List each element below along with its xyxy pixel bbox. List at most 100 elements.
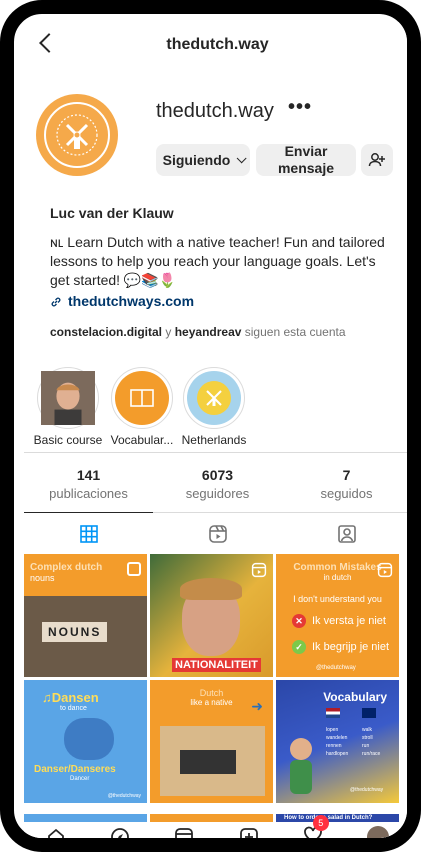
more-dots-icon[interactable]: ••• xyxy=(288,96,312,119)
post-dutch-like-native[interactable]: Dutch like a native ➜ xyxy=(150,680,273,803)
profile-avatar[interactable] xyxy=(36,94,118,176)
followers-count: 6073 xyxy=(201,467,234,483)
screen: thedutch.way thedutch.way ••• Siguiendo xyxy=(24,22,407,847)
following-count: 7 xyxy=(342,467,351,483)
followed-by[interactable]: constelacion.digital y heyandreav siguen… xyxy=(24,325,407,339)
highlight-netherlands[interactable]: Netherlands xyxy=(176,367,252,447)
profile-nav-avatar[interactable] xyxy=(366,826,389,838)
post-title: Dutch xyxy=(199,688,224,698)
post-line: I don't understand you xyxy=(293,594,382,604)
tagged-person-icon xyxy=(337,524,356,543)
reels-nav-icon[interactable] xyxy=(174,827,194,847)
following-label: seguidos xyxy=(320,486,373,501)
vocab-translation: run xyxy=(362,743,370,749)
back-arrow-icon[interactable] xyxy=(39,33,59,53)
story-highlights: Basic course Vocabular... Netherlands xyxy=(24,347,407,452)
carousel-icon xyxy=(127,562,141,576)
message-label-1: Enviar xyxy=(284,143,328,159)
followed-joiner: y xyxy=(165,325,172,339)
profile-tabs xyxy=(24,512,407,554)
message-button[interactable]: Enviar mensaje xyxy=(256,143,356,176)
bottom-nav: 5 xyxy=(24,814,407,847)
top-bar: thedutch.way xyxy=(24,22,407,68)
music-note-icon: ♫ xyxy=(42,690,52,705)
phone-frame: thedutch.way thedutch.way ••• Siguiendo xyxy=(0,0,421,852)
add-person-icon[interactable] xyxy=(361,144,393,176)
post-tiles-text: NOUNS xyxy=(42,622,108,642)
post-title: Dansen xyxy=(51,690,99,705)
display-name: Luc van der Klauw xyxy=(50,205,174,221)
vocab-word: hardlopen xyxy=(326,751,349,757)
tab-grid[interactable] xyxy=(24,512,153,554)
wrong-x-icon: ✕ xyxy=(292,614,306,628)
post-footer-sub: Dancer xyxy=(70,776,90,782)
post-wrong-text: Ik versta je niet xyxy=(312,615,386,627)
bio-section: Luc van der Klauw ɴʟ Learn Dutch with a … xyxy=(24,204,407,311)
create-icon[interactable] xyxy=(239,827,259,847)
vocab-word: lopen xyxy=(326,727,339,733)
post-complex-dutch[interactable]: Complex dutch nouns NOUNS xyxy=(24,554,147,677)
profile-stats: 141 publicaciones 6073 seguidores 7 seguido… xyxy=(24,452,407,512)
profile-username: thedutch.way xyxy=(156,100,274,122)
highlight-label: Vocabular... xyxy=(110,433,174,447)
side-button xyxy=(0,195,6,250)
correct-check-icon: ✓ xyxy=(292,640,306,654)
activity-button[interactable]: 5 xyxy=(303,814,329,838)
arrow-right-icon: ➜ xyxy=(251,698,263,714)
following-label: Siguiendo xyxy=(162,151,231,168)
explore-icon[interactable] xyxy=(110,827,130,847)
uk-flag-icon xyxy=(362,708,376,718)
grid-icon xyxy=(79,524,98,543)
notification-badge: 5 xyxy=(312,814,329,831)
post-handle: @thedutchway xyxy=(316,665,356,671)
tab-tagged[interactable] xyxy=(282,513,407,554)
bio-description: ɴʟ Learn Dutch with a native teacher! Fu… xyxy=(50,234,385,288)
posts-label: publicaciones xyxy=(49,486,128,501)
windmill-icon xyxy=(187,371,241,425)
vocab-translation: stroll xyxy=(362,735,373,741)
side-button xyxy=(0,265,6,320)
highlight-label: Netherlands xyxy=(181,433,247,447)
post-vocabulary[interactable]: Vocabulary lopen wandelen rennen hardlop… xyxy=(276,680,399,803)
page-title: thedutch.way xyxy=(166,36,269,53)
stat-followers[interactable]: 6073 seguidores xyxy=(153,453,282,512)
person-face-icon xyxy=(41,371,95,425)
post-handle: @thedutchway xyxy=(107,793,141,799)
stat-following[interactable]: 7 seguidos xyxy=(282,453,407,512)
highlight-basic-course[interactable]: Basic course xyxy=(30,367,106,447)
profile-header: thedutch.way ••• Siguiendo Enviar mensaj… xyxy=(24,68,407,198)
vocab-translation: walk xyxy=(362,727,373,733)
post-handle: @thedutchway xyxy=(350,787,384,793)
post-right-text: Ik begrijp je niet xyxy=(312,641,390,653)
book-icon xyxy=(115,371,169,425)
followed-suffix: siguen esta cuenta xyxy=(244,325,346,339)
followers-label: seguidores xyxy=(185,486,250,501)
post-title-row: ♫Dansen xyxy=(24,680,147,705)
post-common-mistakes[interactable]: Common Mistakes in dutch I don't underst… xyxy=(276,554,399,677)
home-icon[interactable] xyxy=(46,827,66,847)
post-subtitle: to dance xyxy=(60,705,87,712)
reels-icon xyxy=(208,524,227,543)
highlight-vocabulary[interactable]: Vocabular... xyxy=(104,367,180,447)
vocab-word: wandelen xyxy=(326,735,348,741)
posts-count: 141 xyxy=(76,467,101,483)
post-nationaliteit[interactable]: NATIONALITEIT xyxy=(150,554,273,677)
tab-reels[interactable] xyxy=(153,513,282,554)
post-title: Vocabulary xyxy=(323,690,387,704)
posts-grid: Complex dutch nouns NOUNS NATIONALITEIT … xyxy=(24,554,407,803)
website-link-text: thedutchways.com xyxy=(68,293,195,309)
netherlands-flag-icon xyxy=(326,708,340,718)
reel-icon xyxy=(377,562,393,581)
post-dansen[interactable]: ♫Dansen to dance Danser/Danseres Dancer … xyxy=(24,680,147,803)
following-button[interactable]: Siguiendo xyxy=(156,144,250,176)
post-footer: Danser/Danseres xyxy=(34,764,116,775)
reel-icon xyxy=(251,562,267,581)
highlight-label: Basic course xyxy=(33,433,103,447)
follower-user-1: constelacion.digital xyxy=(50,325,163,339)
side-button xyxy=(415,220,421,315)
website-link[interactable]: thedutchways.com xyxy=(50,292,385,311)
stat-posts[interactable]: 141 publicaciones xyxy=(24,453,153,512)
post-label: NATIONALITEIT xyxy=(172,658,261,672)
vocab-translation: run/race xyxy=(362,751,381,757)
vocab-word: rennen xyxy=(326,743,342,749)
